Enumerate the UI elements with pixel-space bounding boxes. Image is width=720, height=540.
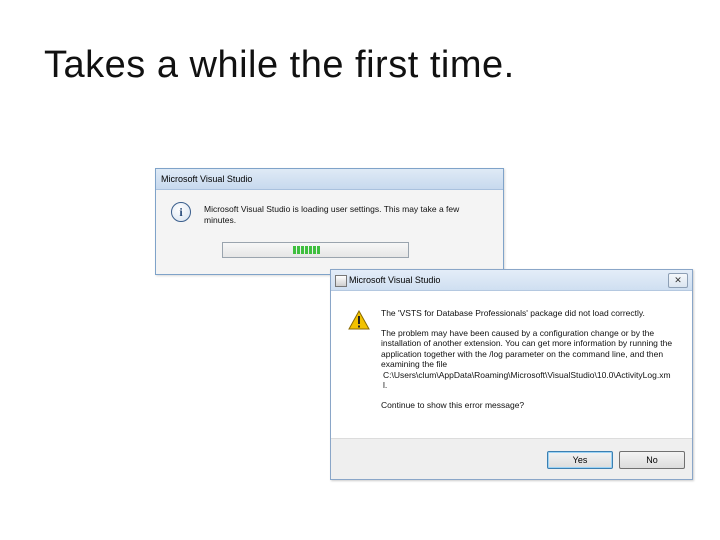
loading-dialog-body: i Microsoft Visual Studio is loading use…: [156, 190, 503, 274]
error-dialog-title: Microsoft Visual Studio: [349, 275, 441, 285]
progress-segment: [297, 246, 300, 254]
error-line-details: The problem may have been caused by a co…: [381, 327, 673, 370]
progress-segment: [305, 246, 308, 254]
progress-bar: [222, 242, 409, 258]
progress-segment: [317, 246, 320, 254]
info-icon: i: [171, 202, 191, 222]
progress-segment: [301, 246, 304, 254]
error-dialog: Microsoft Visual Studio ✕ The 'VSTS for …: [330, 269, 693, 480]
yes-button[interactable]: Yes: [547, 451, 613, 469]
progress-fill: [293, 246, 320, 254]
slide-title: Takes a while the first time.: [44, 44, 515, 86]
error-line-package: The 'VSTS for Database Professionals' pa…: [381, 308, 645, 318]
error-log-path: C:\Users\clum\AppData\Roaming\Microsoft\…: [383, 369, 671, 391]
progress-segment: [293, 246, 296, 254]
loading-dialog: Microsoft Visual Studio i Microsoft Visu…: [155, 168, 504, 275]
loading-dialog-title: Microsoft Visual Studio: [161, 174, 253, 184]
warning-icon: [348, 310, 370, 330]
close-button[interactable]: ✕: [668, 273, 688, 288]
error-text: The 'VSTS for Database Professionals' pa…: [381, 308, 673, 410]
progress-segment: [313, 246, 316, 254]
no-button[interactable]: No: [619, 451, 685, 469]
error-question: Continue to show this error message?: [381, 399, 525, 410]
loading-dialog-titlebar[interactable]: Microsoft Visual Studio: [156, 169, 503, 190]
error-dialog-footer: Yes No: [331, 438, 692, 479]
error-dialog-titlebar[interactable]: Microsoft Visual Studio ✕: [331, 270, 692, 291]
progress-segment: [309, 246, 312, 254]
loading-message: Microsoft Visual Studio is loading user …: [204, 204, 460, 225]
app-icon: [335, 275, 347, 287]
